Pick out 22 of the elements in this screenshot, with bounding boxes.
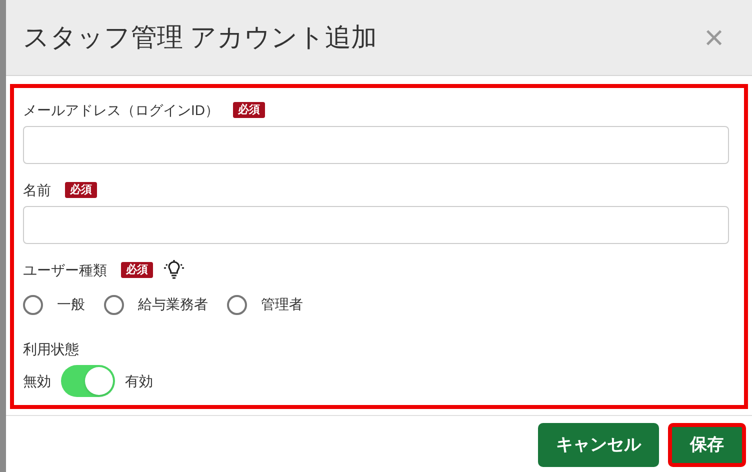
radio-button[interactable] (23, 294, 43, 314)
toggle-switch[interactable] (61, 365, 115, 397)
required-badge: 必須 (121, 262, 153, 278)
save-button[interactable]: 保存 (668, 423, 746, 467)
dialog-title: スタッフ管理 アカウント追加 (23, 21, 378, 54)
radio-button[interactable] (104, 294, 124, 314)
field-label: ユーザー種類 (23, 260, 107, 280)
radio-button[interactable] (227, 294, 247, 314)
lightbulb-icon[interactable] (163, 260, 185, 280)
radio-option[interactable]: 一般 (23, 294, 85, 315)
on-label: 有効 (125, 372, 153, 390)
field-label: メールアドレス（ログインID） (23, 100, 219, 120)
input-field[interactable] (23, 206, 729, 244)
radio-option[interactable]: 給与業務者 (104, 294, 208, 315)
radio-option[interactable]: 管理者 (227, 294, 303, 315)
cancel-button[interactable]: キャンセル (538, 423, 659, 467)
required-badge: 必須 (65, 182, 97, 198)
field-label: 名前 (23, 180, 51, 200)
required-badge: 必須 (233, 102, 265, 118)
field-label: 利用状態 (23, 340, 79, 358)
off-label: 無効 (23, 372, 51, 390)
input-field[interactable] (23, 126, 729, 164)
